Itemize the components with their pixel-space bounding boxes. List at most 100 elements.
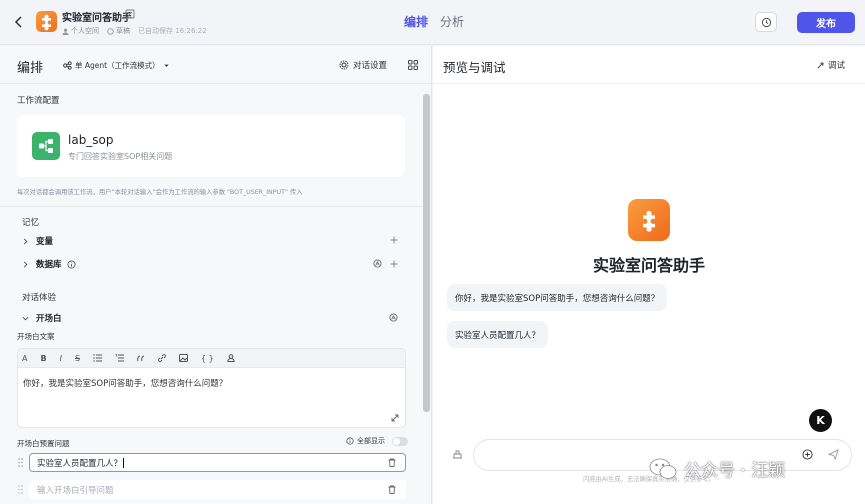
text-cursor — [123, 457, 125, 468]
drag-handle-icon[interactable] — [18, 458, 23, 467]
suggested-question[interactable]: 实验室人员配置几人？ — [447, 321, 549, 348]
experience-section-title: 对话体验 — [22, 293, 57, 303]
back-arrow-icon[interactable] — [12, 15, 26, 29]
settings-icon — [339, 60, 349, 70]
status-info: 草稿 — [107, 26, 130, 36]
orchestration-header: 编排 单 Agent（工作流模式） 对话设置 — [0, 46, 432, 84]
auto-icon — [389, 313, 398, 322]
history-button[interactable] — [755, 12, 777, 32]
debug-button[interactable]: 调试 — [816, 59, 845, 71]
drag-handle-icon[interactable] — [18, 485, 23, 494]
image-icon[interactable] — [179, 354, 189, 362]
memory-item-variables[interactable]: 变量 — [22, 233, 402, 249]
send-icon[interactable] — [828, 449, 839, 460]
add-circle-icon[interactable] — [802, 449, 813, 460]
orchestration-scroll-area: 工作流配置 lab_sop 专门回答实验室SOP相关问题 每次对话都会调用该工作… — [0, 84, 432, 504]
opening-toggle[interactable]: 开场白 — [22, 310, 402, 326]
bot-avatar — [36, 11, 57, 32]
info-icon — [66, 259, 76, 269]
memory-item-label: 数据库 — [36, 260, 62, 270]
agent-mode-select[interactable]: 单 Agent（工作流模式） — [63, 60, 170, 71]
memory-item-label: 变量 — [36, 237, 54, 247]
agent-mode-label: 单 Agent（工作流模式） — [75, 61, 160, 70]
agent-icon — [63, 61, 72, 70]
auto-icon — [373, 259, 382, 268]
opening-text-label: 开场白文案 — [17, 332, 55, 341]
add-icon — [390, 260, 398, 267]
watermark-text: 公众号 · 汪颖 — [684, 461, 786, 481]
caret-down-icon — [163, 64, 169, 67]
space-info: 个人空间 — [62, 26, 99, 36]
show-all-toggle[interactable]: 全部显示 — [346, 436, 408, 446]
orchestration-panel: 编排 单 Agent（工作流模式） 对话设置 工作流配置 lab_sop 专门回… — [0, 46, 432, 504]
tab-analysis[interactable]: 分析 — [440, 13, 464, 30]
tab-edit[interactable]: 编排 — [404, 13, 428, 30]
opening-editor[interactable]: A B I S { } 你好，我是实验室SOP问答助手，您想咨询什么问题？ — [17, 348, 406, 428]
wechat-icon — [649, 458, 677, 479]
chevron-down-icon — [22, 316, 29, 320]
dialog-settings-label: 对话设置 — [353, 61, 388, 71]
mode-tabs: 编排 分析 — [404, 13, 464, 30]
watermark: 公众号 · 汪颖 — [648, 456, 785, 481]
show-all-label: 全部显示 — [357, 437, 385, 445]
bot-name: 实验室问答助手 — [592, 256, 705, 275]
draft-icon — [107, 27, 114, 35]
divider — [0, 206, 423, 207]
bold-button[interactable]: B — [40, 354, 46, 363]
orchestration-title: 编排 — [17, 61, 44, 76]
variable-braces-icon[interactable]: { } — [201, 354, 214, 363]
memory-item-database[interactable]: 数据库 — [22, 256, 402, 272]
info-icon — [346, 437, 354, 445]
chevron-right-icon — [23, 238, 28, 244]
history-icon — [761, 17, 771, 27]
debug-icon — [817, 61, 824, 69]
add-icon — [390, 236, 398, 244]
status-label: 草稿 — [116, 27, 130, 35]
memory-section-title: 记忆 — [22, 218, 40, 228]
bullet-list-icon[interactable] — [93, 354, 103, 362]
trash-icon[interactable] — [388, 458, 396, 467]
bot-logo-icon — [628, 199, 670, 241]
workflow-name: lab_sop — [68, 133, 114, 147]
preset-question-new-input[interactable]: 输入开场白引导问题 — [29, 480, 406, 499]
editor-toolbar: A B I S { } — [18, 349, 405, 368]
trash-icon[interactable] — [388, 485, 396, 494]
workflow-card[interactable]: lab_sop 专门回答实验室SOP相关问题 — [17, 115, 405, 177]
bot-meta: 个人空间 草稿 已自动保存 16:26:22 — [62, 26, 207, 36]
preview-title: 预览与调试 — [443, 60, 506, 75]
autosave-text: 已自动保存 16:26:22 — [138, 27, 207, 35]
space-label: 个人空间 — [71, 27, 99, 35]
person-icon — [62, 28, 69, 35]
show-all-switch[interactable] — [392, 436, 408, 446]
workflow-description: 专门回答实验室SOP相关问题 — [68, 152, 173, 161]
user-icon[interactable] — [227, 354, 235, 362]
edit-icon[interactable] — [125, 9, 135, 19]
workflow-icon — [32, 132, 60, 160]
preset-question-placeholder: 输入开场白引导问题 — [37, 485, 114, 496]
clear-context-icon[interactable] — [452, 449, 463, 459]
dialog-settings-button[interactable]: 对话设置 — [339, 59, 387, 71]
opening-text: 你好，我是实验室SOP问答助手，您想咨询什么问题？ — [23, 379, 228, 389]
chevron-right-icon — [23, 261, 28, 267]
numbered-list-icon[interactable] — [115, 354, 125, 362]
scrollbar[interactable] — [423, 94, 430, 412]
opening-label: 开场白 — [36, 314, 62, 324]
publish-button[interactable]: 发布 — [797, 12, 855, 33]
preview-header: 预览与调试 调试 — [433, 46, 865, 84]
debug-label: 调试 — [828, 61, 846, 71]
quote-icon[interactable] — [137, 355, 145, 362]
strikethrough-button[interactable]: S — [75, 354, 80, 363]
preset-question-text: 实验室人员配置几人？ — [37, 458, 123, 469]
preset-questions-label: 开场白预置问题 — [17, 439, 70, 448]
link-icon[interactable] — [158, 354, 166, 362]
preset-question-input[interactable]: 实验室人员配置几人？ — [29, 453, 406, 472]
chat-message-bot: 你好，我是实验室SOP问答助手，您想咨询什么问题？ — [447, 284, 668, 311]
bot-title: 实验室问答助手 — [62, 13, 132, 24]
expand-icon[interactable] — [391, 414, 399, 422]
font-size-button[interactable]: A — [22, 354, 27, 363]
layout-grid-icon[interactable] — [408, 60, 418, 70]
floating-badge[interactable]: K — [809, 409, 832, 432]
italic-button[interactable]: I — [60, 354, 62, 363]
preview-panel: 预览与调试 调试 实验室问答助手 你好，我是实验室SOP问答助手，您想咨询什么问… — [433, 46, 865, 504]
top-bar: 实验室问答助手 个人空间 草稿 已自动保存 16:26:22 编排 分析 发布 — [0, 0, 865, 45]
